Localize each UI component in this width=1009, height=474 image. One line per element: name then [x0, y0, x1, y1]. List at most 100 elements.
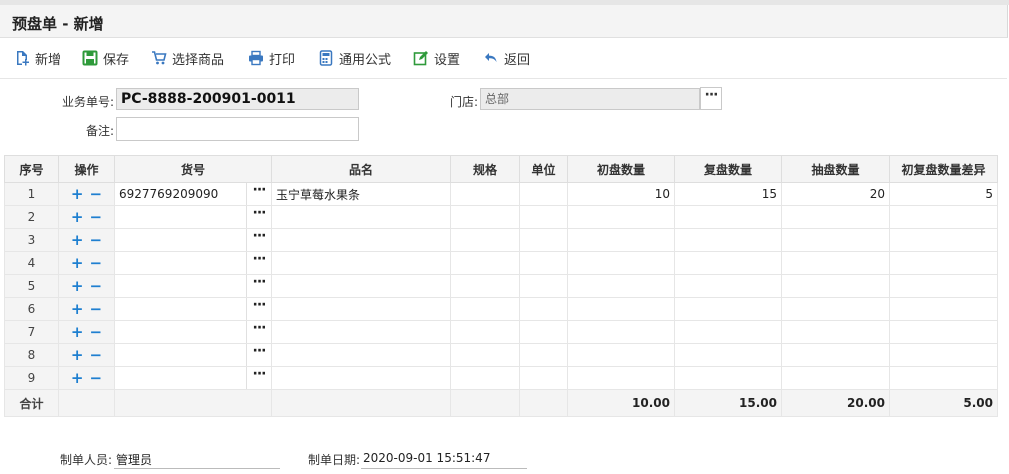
date-underline [361, 468, 527, 469]
col-diff-qty-header[interactable]: 初复盘数量差异 [889, 155, 998, 183]
code-picker-button[interactable]: ··· [246, 229, 271, 251]
row-code-cell[interactable]: ··· [114, 343, 272, 367]
code-picker-button[interactable]: ··· [246, 275, 271, 297]
code-picker-button[interactable]: ··· [246, 252, 271, 274]
page-title: 预盘单 - 新增 [12, 15, 104, 33]
add-row-icon[interactable]: + [71, 347, 84, 363]
add-row-icon[interactable]: + [71, 255, 84, 271]
row-sample-qty[interactable] [781, 297, 890, 321]
creator-underline [114, 468, 280, 469]
row-sample-qty[interactable]: 20 [781, 182, 890, 206]
row-first-qty[interactable] [567, 297, 675, 321]
add-row-icon[interactable]: + [71, 301, 84, 317]
row-code-cell[interactable]: ··· [114, 320, 272, 344]
add-row-icon[interactable]: + [71, 209, 84, 225]
add-button[interactable]: 新增 [14, 48, 61, 68]
add-row-icon[interactable]: + [71, 232, 84, 248]
row-sample-qty[interactable] [781, 343, 890, 367]
row-sample-qty[interactable] [781, 228, 890, 252]
save-button[interactable]: 保存 [82, 48, 129, 68]
row-diff-qty [889, 228, 998, 252]
col-unit-header[interactable]: 单位 [519, 155, 568, 183]
row-unit [519, 182, 568, 206]
row-sample-qty[interactable] [781, 251, 890, 275]
add-row-icon[interactable]: + [71, 324, 84, 340]
row-spec [450, 297, 520, 321]
biz-no-field[interactable]: PC-8888-200901-0011 [116, 88, 359, 110]
row-recheck-qty[interactable] [674, 228, 782, 252]
row-recheck-qty[interactable] [674, 366, 782, 390]
add-row-icon[interactable]: + [71, 278, 84, 294]
row-code-cell[interactable]: ··· [114, 297, 272, 321]
row-code-cell[interactable]: ··· [114, 228, 272, 252]
code-picker-button[interactable]: ··· [246, 344, 271, 366]
row-first-qty[interactable]: 10 [567, 182, 675, 206]
settings-label: 设置 [434, 52, 461, 68]
row-diff-qty [889, 366, 998, 390]
code-picker-button[interactable]: ··· [246, 298, 271, 320]
remove-row-icon[interactable]: − [90, 324, 103, 340]
add-row-icon[interactable]: + [71, 370, 84, 386]
remove-row-icon[interactable]: − [90, 278, 103, 294]
row-sample-qty[interactable] [781, 320, 890, 344]
settings-button[interactable]: 设置 [413, 48, 460, 68]
col-recheck-qty-header[interactable]: 复盘数量 [674, 155, 782, 183]
row-sample-qty[interactable] [781, 366, 890, 390]
total-empty-unit [519, 389, 568, 417]
total-empty-name [271, 389, 451, 417]
row-sample-qty[interactable] [781, 205, 890, 229]
row-recheck-qty[interactable] [674, 274, 782, 298]
row-recheck-qty[interactable] [674, 320, 782, 344]
col-spec-header[interactable]: 规格 [450, 155, 520, 183]
row-first-qty[interactable] [567, 205, 675, 229]
code-picker-button[interactable]: ··· [246, 206, 271, 228]
row-unit [519, 297, 568, 321]
store-picker-button[interactable]: ··· [700, 87, 722, 110]
row-first-qty[interactable] [567, 228, 675, 252]
print-button[interactable]: 打印 [248, 48, 295, 68]
row-recheck-qty[interactable]: 15 [674, 182, 782, 206]
remove-row-icon[interactable]: − [90, 232, 103, 248]
col-first-qty-header[interactable]: 初盘数量 [567, 155, 675, 183]
remove-row-icon[interactable]: − [90, 370, 103, 386]
row-unit [519, 320, 568, 344]
row-code-cell[interactable]: ··· [114, 366, 272, 390]
row-first-qty[interactable] [567, 274, 675, 298]
save-label: 保存 [103, 52, 130, 68]
back-button[interactable]: 返回 [483, 48, 530, 68]
row-recheck-qty[interactable] [674, 205, 782, 229]
code-picker-button[interactable]: ··· [246, 367, 271, 389]
row-recheck-qty[interactable] [674, 343, 782, 367]
row-first-qty[interactable] [567, 251, 675, 275]
remove-row-icon[interactable]: − [90, 347, 103, 363]
remove-row-icon[interactable]: − [90, 255, 103, 271]
row-spec [450, 251, 520, 275]
code-picker-button[interactable]: ··· [246, 321, 271, 343]
col-code-header[interactable]: 货号 [114, 155, 272, 183]
remark-field[interactable] [116, 117, 359, 141]
row-diff-qty [889, 274, 998, 298]
col-sample-qty-header[interactable]: 抽盘数量 [781, 155, 890, 183]
row-recheck-qty[interactable] [674, 297, 782, 321]
remove-row-icon[interactable]: − [90, 209, 103, 225]
row-code-cell[interactable]: ··· [114, 274, 272, 298]
select-goods-button[interactable]: 选择商品 [151, 48, 224, 68]
row-code-cell[interactable]: 6927769209090 ··· [114, 182, 272, 206]
remove-row-icon[interactable]: − [90, 301, 103, 317]
row-sample-qty[interactable] [781, 274, 890, 298]
row-code-cell[interactable]: ··· [114, 251, 272, 275]
row-first-qty[interactable] [567, 320, 675, 344]
code-picker-button[interactable]: ··· [246, 183, 271, 205]
remove-row-icon[interactable]: − [90, 186, 103, 202]
row-first-qty[interactable] [567, 366, 675, 390]
add-row-icon[interactable]: + [71, 186, 84, 202]
row-code: 6927769209090 [119, 187, 219, 201]
row-code-cell[interactable]: ··· [114, 205, 272, 229]
row-first-qty[interactable] [567, 343, 675, 367]
row-recheck-qty[interactable] [674, 251, 782, 275]
store-field[interactable]: 总部 [480, 88, 700, 110]
row-spec [450, 366, 520, 390]
row-name [271, 320, 451, 344]
formula-button[interactable]: 通用公式 [318, 48, 391, 68]
col-name-header[interactable]: 品名 [271, 155, 451, 183]
